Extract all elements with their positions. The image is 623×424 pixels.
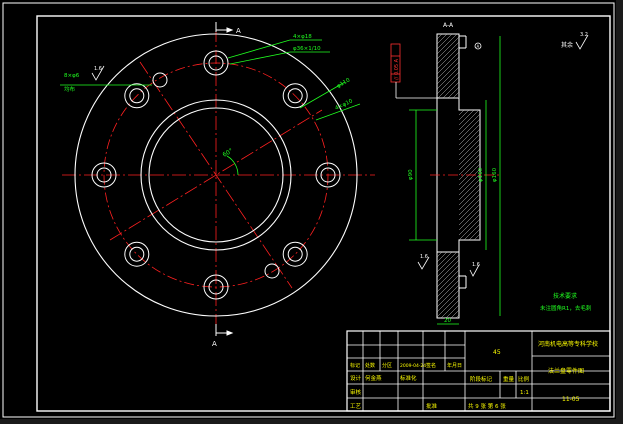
hatch-line	[436, 284, 460, 308]
hatch-line	[468, 228, 481, 241]
hatch-line	[440, 299, 460, 319]
bottom-edge-strip	[0, 419, 623, 424]
hatch-line	[436, 269, 460, 293]
title-audit-label: 审核	[350, 388, 362, 396]
roughness-left-value: 1.6	[94, 66, 102, 72]
title-weight-label: 重量	[503, 375, 515, 383]
hatch-line	[450, 309, 460, 319]
title-approve-label: 批准	[426, 402, 438, 410]
hatch-line	[436, 71, 460, 95]
bolt-hole	[129, 246, 145, 262]
hatch-line	[442, 81, 460, 99]
hatch-line	[436, 66, 460, 90]
hatch-line	[436, 61, 460, 85]
section-marker-top-label: A	[236, 27, 241, 35]
hatch-line	[436, 274, 460, 298]
title-scale: 1:1	[520, 390, 529, 396]
callout-left-note-1: 8×φ6	[64, 73, 80, 79]
callout-hole-bore: φ36×1/10	[293, 46, 321, 52]
hatch-line	[458, 109, 480, 131]
pin-hole-1	[152, 72, 168, 88]
tech-req-title: 技术要求	[553, 292, 577, 300]
hatch-line	[436, 36, 460, 60]
hatch-line	[436, 251, 458, 273]
title-row-label-date: 年月日	[447, 362, 462, 369]
hatch-line	[436, 41, 460, 65]
cad-drawing-canvas: A A 60° 4×φ18 φ36×1/10 φ110 4×φ10 8×φ6 均…	[0, 0, 623, 424]
hatch-line	[436, 51, 460, 75]
hatch-line	[436, 33, 458, 55]
side-dimension-lines	[409, 36, 501, 325]
hatch-line	[436, 33, 448, 45]
roughness-corner-value: 3.2	[580, 32, 588, 38]
title-process-label: 工艺	[350, 403, 362, 410]
hatch-line	[436, 289, 460, 313]
hatch-line	[436, 46, 460, 70]
right-edge-strip	[616, 0, 623, 424]
title-scale-label: 比例	[518, 375, 530, 383]
pin-hole-2	[264, 263, 280, 279]
section-marker-top	[215, 22, 234, 33]
hatch-line	[458, 109, 470, 121]
title-row-label-zone: 分区	[382, 362, 392, 369]
angle-arc	[226, 155, 239, 176]
hatch-line	[436, 264, 460, 288]
title-part-name: 法兰盘零件图	[548, 367, 584, 375]
hatch-line	[473, 233, 481, 241]
title-designer: 何金燕	[365, 374, 382, 382]
angle-label: 60°	[222, 147, 235, 158]
roughness-corner-label: 其余	[561, 41, 573, 49]
title-stage-label: 阶段标记	[470, 375, 493, 383]
hatch-line	[452, 91, 460, 99]
hatch-line	[447, 86, 460, 99]
roughness-side-value: 1.6	[420, 254, 428, 260]
hatch-line	[436, 33, 443, 40]
hatch-line	[445, 304, 460, 319]
title-row-label-sign: 签名	[426, 362, 436, 369]
title-drawing-no: 11-05	[562, 396, 580, 403]
dim-body-diameter: φ160	[478, 167, 484, 182]
tolerance-frame-text: // 0.05 A	[394, 58, 400, 80]
title-row-label-count: 处数	[365, 362, 375, 369]
title-standard-label: 标准化	[400, 374, 417, 382]
hatch-line	[436, 251, 443, 258]
bolt-hole-counterbore	[282, 241, 308, 267]
hatch-line	[436, 279, 460, 303]
bolt-hole	[287, 246, 303, 262]
section-marker-bottom-label: A	[212, 340, 217, 348]
hatch-line	[436, 254, 460, 278]
title-date: 2009-04-24	[400, 363, 426, 369]
callout-pcd: φ110	[336, 77, 352, 90]
dim-thickness: 20	[444, 318, 451, 324]
section-marker-bottom	[215, 324, 234, 336]
title-material: 45	[493, 349, 501, 356]
title-sheet: 共 9 张 第 6 张	[468, 402, 506, 410]
title-school: 河南机电高等专科学校	[538, 340, 598, 348]
roughness-face-value: 1.6	[472, 262, 480, 268]
section-label: A-A	[443, 22, 454, 29]
hatch-line	[436, 294, 460, 318]
title-row-label-mark: 标记	[350, 362, 360, 369]
hatch-line	[458, 109, 465, 116]
hatch-line	[436, 56, 460, 80]
hatch-line	[436, 251, 448, 263]
hatch-line	[436, 259, 460, 283]
inner-frame	[36, 15, 611, 412]
title-designer-label: 设计	[350, 374, 362, 382]
tech-req-text: 未注圆角R1，去毛刺	[540, 304, 592, 312]
dim-inner-diameter: φ90	[408, 169, 414, 180]
bolt-hole-counterbore	[124, 241, 150, 267]
callout-hole-chamfer: 4×φ18	[293, 34, 312, 40]
callout-left-note-2: 均布	[64, 85, 76, 93]
hatch-line	[463, 223, 481, 241]
dim-outer-diameter: φ160	[492, 167, 498, 182]
datum-label: A	[477, 44, 480, 49]
